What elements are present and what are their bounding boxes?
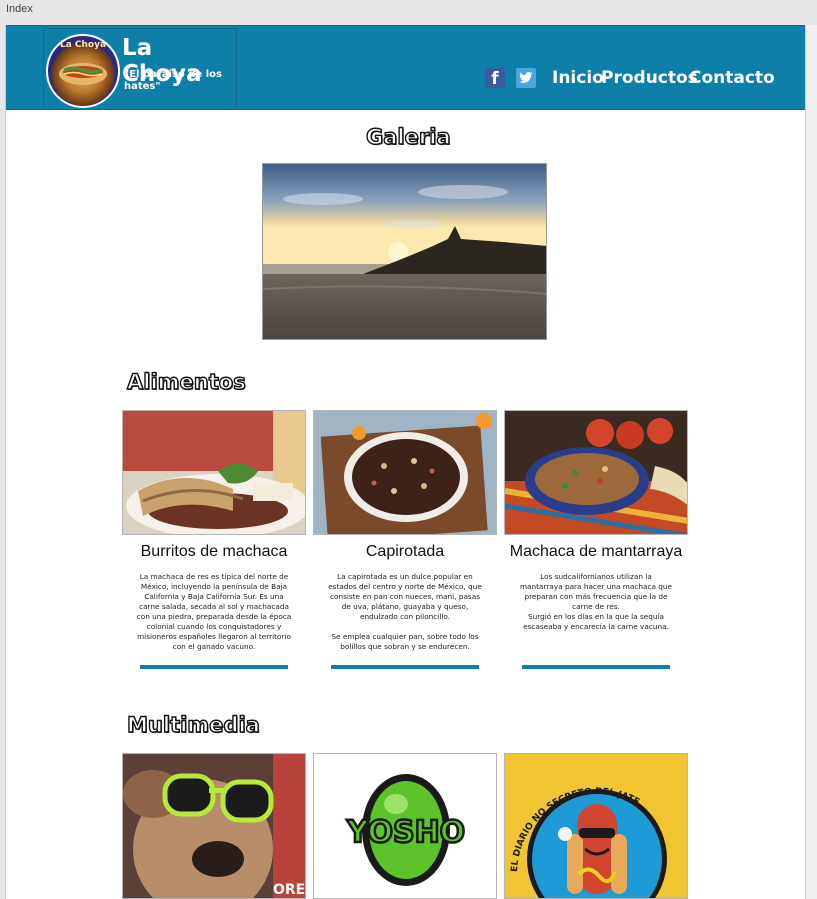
capirotada-picture	[314, 411, 496, 534]
dog-with-sunglasses-picture: ORE	[123, 754, 305, 898]
facebook-icon[interactable]: f	[485, 68, 505, 89]
page-scrollbar[interactable]	[806, 25, 817, 899]
food-image-mantarraya	[504, 410, 688, 535]
food-title: Machaca de mantarraya	[509, 543, 683, 560]
hotdog-icon	[59, 63, 107, 85]
food-underline	[522, 665, 670, 669]
gallery-heading: Galeria	[365, 124, 451, 149]
svg-text:ORE: ORE	[273, 882, 305, 898]
browser-tab-bar: Index	[0, 0, 817, 22]
media-dog-image[interactable]: ORE	[122, 753, 306, 899]
machaca-picture	[505, 411, 687, 534]
food-underline	[331, 665, 479, 669]
media-yosho-image[interactable]: YOSHO	[313, 753, 497, 899]
nav-inicio[interactable]: Inicio	[552, 68, 604, 88]
food-title: Burritos de machaca	[140, 543, 288, 560]
food-image-capirotada	[313, 410, 497, 535]
twitter-bird-icon	[519, 72, 533, 83]
facebook-glyph: f	[491, 69, 499, 89]
nav-contacto[interactable]: Contacto	[689, 68, 775, 88]
food-underline	[140, 665, 288, 669]
hotdog-logo-picture: EL DIARIO NO SECRETO DEL JATE	[505, 754, 687, 898]
burritos-picture	[123, 411, 305, 534]
twitter-icon[interactable]	[516, 68, 536, 88]
gallery-image	[262, 163, 547, 340]
site-header: La Choya La Choya "El paraiso de los hat…	[6, 25, 805, 110]
logo-slogan: "El paraiso de los hates"	[124, 69, 222, 92]
yosho-logo-picture: YOSHO	[314, 754, 496, 898]
foods-heading: Alimentos	[126, 369, 246, 394]
media-hotdog-image[interactable]: EL DIARIO NO SECRETO DEL JATE	[504, 753, 688, 899]
food-title: Capirotada	[365, 543, 445, 560]
logo-emblem: La Choya	[46, 34, 120, 108]
food-image-burritos	[122, 410, 306, 535]
yosho-label: YOSHO	[346, 815, 465, 850]
food-description: La capirotada es un dulce popular en est…	[328, 572, 482, 651]
sunset-beach-picture	[263, 164, 546, 339]
tab-title[interactable]: Index	[6, 3, 33, 15]
page: La Choya La Choya "El paraiso de los hat…	[5, 25, 806, 899]
food-description: Los sudcalifornianos utilizan la mantarr…	[519, 572, 673, 631]
food-description: La machaca de res es típica del norte de…	[136, 572, 292, 651]
logo[interactable]: La Choya La Choya "El paraiso de los hat…	[43, 28, 237, 110]
nav-productos[interactable]: Productos	[601, 68, 698, 88]
multimedia-heading: Multimedia	[126, 712, 260, 737]
